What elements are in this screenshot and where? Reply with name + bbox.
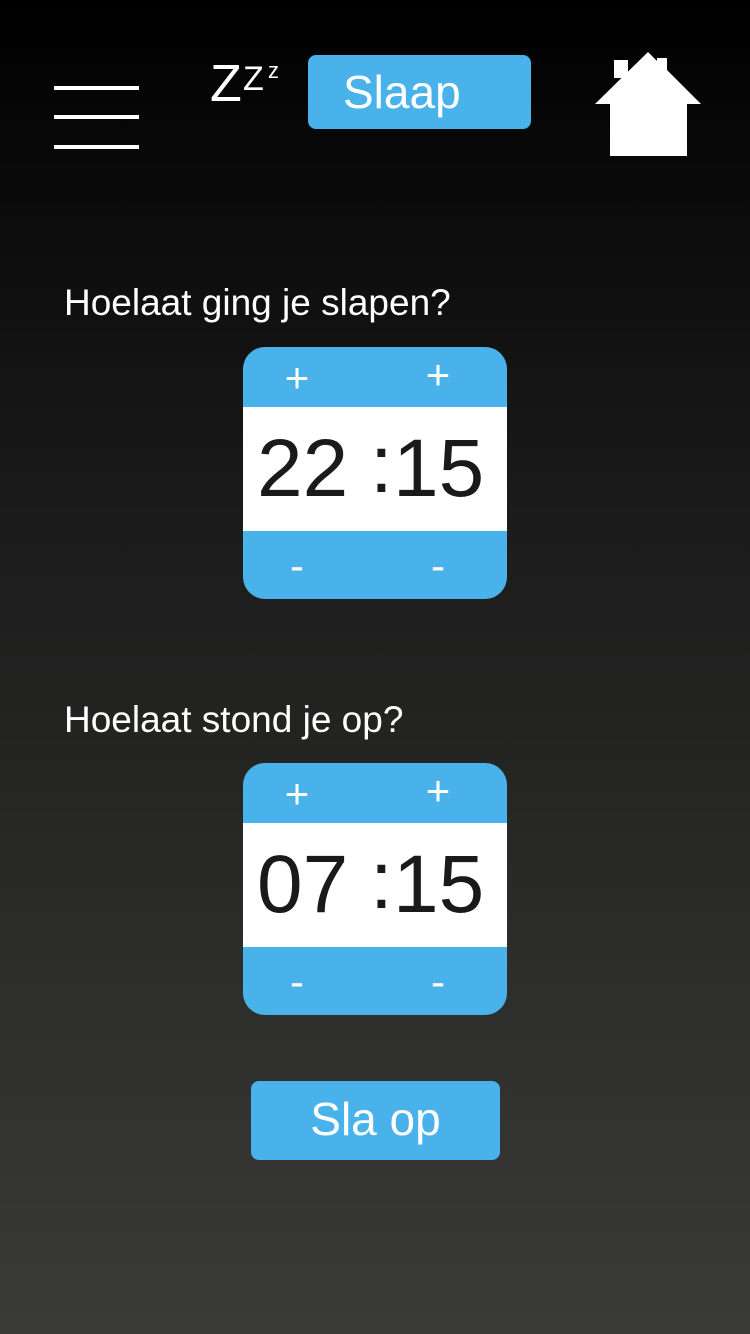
wake-hours-value: 07 <box>257 839 349 930</box>
menu-bar-top <box>54 86 139 90</box>
bedtime-minutes-increment-button[interactable]: + <box>398 354 478 396</box>
bedtime-separator: : <box>370 419 393 510</box>
zzz-letter-small: z <box>268 58 279 83</box>
bedtime-minutes-decrement-button[interactable]: - <box>398 545 478 587</box>
bedtime-hours-decrement-button[interactable]: - <box>257 545 337 587</box>
sleep-zzz-icon: Z Z z <box>210 56 290 116</box>
menu-bar-bottom <box>54 145 139 149</box>
bedtime-hours-increment-button[interactable]: + <box>257 357 337 399</box>
wake-minutes-value: 15 <box>393 839 485 930</box>
zzz-letter-large: Z <box>210 55 242 113</box>
hamburger-menu-icon[interactable] <box>54 86 139 152</box>
bedtime-question: Hoelaat ging je slapen? <box>64 282 451 323</box>
zzz-letter-medium: Z <box>243 60 264 98</box>
page-title: Slaap <box>308 55 531 129</box>
wake-minutes-decrement-button[interactable]: - <box>398 961 478 1003</box>
wake-separator: : <box>370 835 393 926</box>
save-button[interactable]: Sla op <box>251 1081 500 1160</box>
home-icon[interactable] <box>595 52 701 158</box>
wake-hours-decrement-button[interactable]: - <box>257 961 337 1003</box>
wake-time-picker: + + 07 : 15 - - <box>243 763 507 1015</box>
wake-time-display: 07 : 15 <box>243 823 507 947</box>
bedtime-time-display: 22 : 15 <box>243 407 507 531</box>
bedtime-hours-value: 22 <box>257 423 349 514</box>
wake-hours-increment-button[interactable]: + <box>257 773 337 815</box>
menu-bar-middle <box>54 115 139 119</box>
bedtime-picker: + + 22 : 15 - - <box>243 347 507 599</box>
bedtime-minutes-value: 15 <box>393 423 485 514</box>
wake-time-question: Hoelaat stond je op? <box>64 699 404 740</box>
wake-minutes-increment-button[interactable]: + <box>398 770 478 812</box>
